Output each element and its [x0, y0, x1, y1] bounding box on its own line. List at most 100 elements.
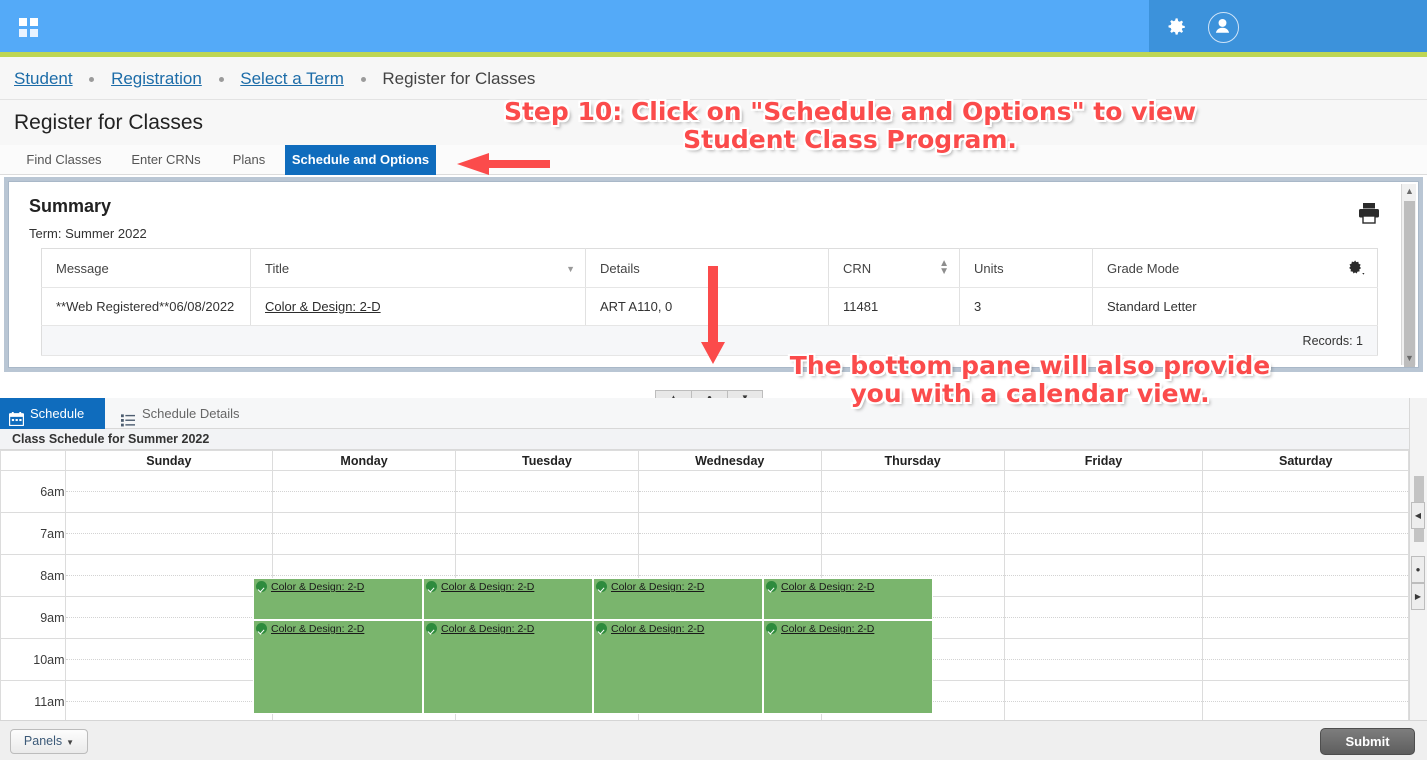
summary-term-label: Term: — [29, 226, 62, 241]
calendar-cell[interactable] — [1202, 491, 1409, 513]
calendar-cell[interactable] — [454, 554, 639, 576]
calendar-event-label: Color & Design: 2-D — [271, 581, 365, 593]
column-header-details[interactable]: Details — [585, 248, 829, 288]
printer-icon[interactable] — [1357, 202, 1381, 224]
breadcrumb-item-student[interactable]: Student — [14, 69, 73, 88]
calendar-cell[interactable] — [454, 470, 639, 492]
calendar-cell[interactable] — [637, 554, 822, 576]
calendar-cell[interactable] — [820, 533, 1005, 555]
calendar-cell[interactable] — [64, 596, 274, 618]
column-header-grade-mode[interactable]: Grade Mode — [1092, 248, 1378, 288]
breadcrumb-item-registration[interactable]: Registration — [111, 69, 202, 88]
pane-collapse-left-button[interactable]: ◀ — [1411, 502, 1425, 529]
chevron-down-icon: ▼ — [66, 738, 75, 747]
tab-enter-crns[interactable]: Enter CRNs — [118, 145, 214, 175]
calendar-event[interactable]: Color & Design: 2-D — [593, 578, 763, 620]
column-header-units[interactable]: Units — [959, 248, 1093, 288]
pane-collapse-right-button[interactable]: ▶ — [1411, 583, 1425, 610]
column-header-title[interactable]: Title ▼ — [250, 248, 586, 288]
calendar-cell[interactable] — [1003, 533, 1204, 555]
calendar-event[interactable]: Color & Design: 2-D — [593, 620, 763, 714]
pane-restore-horizontal-button[interactable]: ● — [1411, 556, 1425, 583]
course-title-link[interactable]: Color & Design: 2-D — [265, 299, 381, 314]
calendar-event[interactable]: Color & Design: 2-D — [423, 620, 593, 714]
calendar-cell[interactable] — [637, 470, 822, 492]
calendar-cell[interactable] — [1003, 470, 1204, 492]
calendar-cell[interactable] — [637, 533, 822, 555]
calendar-cell[interactable] — [272, 491, 456, 513]
scroll-down-arrow-icon[interactable]: ▼ — [1405, 353, 1414, 363]
column-header-crn[interactable]: CRN ▲ ▼ — [828, 248, 960, 288]
calendar-event[interactable]: Color & Design: 2-D — [423, 578, 593, 620]
breadcrumb-item-select-a-term[interactable]: Select a Term — [240, 69, 344, 88]
calendar-cell[interactable] — [454, 491, 639, 513]
tab-find-classes[interactable]: Find Classes — [14, 145, 114, 175]
register-for-classes-page: Student Registration Select a Term Regis… — [0, 0, 1427, 760]
calendar-cell[interactable] — [1202, 659, 1409, 681]
tab-plans[interactable]: Plans — [218, 145, 280, 175]
calendar-time-label: 9am — [0, 596, 66, 639]
calendar-cell[interactable] — [1202, 470, 1409, 492]
calendar-cell[interactable] — [1202, 512, 1409, 534]
calendar-cell[interactable] — [1202, 638, 1409, 660]
submit-button[interactable]: Submit — [1320, 728, 1415, 755]
calendar-cell[interactable] — [64, 470, 274, 492]
calendar-cell[interactable] — [820, 554, 1005, 576]
calendar-cell[interactable] — [454, 512, 639, 534]
calendar-cell[interactable] — [637, 512, 822, 534]
gear-icon[interactable] — [1162, 14, 1188, 40]
calendar-cell[interactable] — [637, 491, 822, 513]
sort-descending-icon: ▼ — [566, 264, 575, 274]
calendar-cell[interactable] — [454, 533, 639, 555]
cell-crn: 11481 — [828, 287, 960, 326]
calendar-cell[interactable] — [1202, 533, 1409, 555]
calendar-cell[interactable] — [1202, 575, 1409, 597]
scrollbar-thumb[interactable] — [1404, 201, 1415, 367]
calendar-cell[interactable] — [1202, 680, 1409, 702]
calendar-cell[interactable] — [820, 470, 1005, 492]
calendar-event[interactable]: Color & Design: 2-D — [763, 578, 933, 620]
calendar-cell[interactable] — [1003, 659, 1204, 681]
calendar-cell[interactable] — [1003, 596, 1204, 618]
calendar-event[interactable]: Color & Design: 2-D — [253, 620, 423, 714]
calendar-cell[interactable] — [1202, 596, 1409, 618]
panels-button[interactable]: Panels ▼ — [10, 729, 88, 754]
calendar-cell[interactable] — [64, 680, 274, 702]
column-header-grade-mode-label: Grade Mode — [1107, 260, 1180, 276]
calendar-cell[interactable] — [64, 512, 274, 534]
calendar-event[interactable]: Color & Design: 2-D — [253, 578, 423, 620]
calendar-cell[interactable] — [272, 554, 456, 576]
calendar-cell[interactable] — [64, 575, 274, 597]
table-settings-gear-icon[interactable] — [1347, 259, 1365, 277]
calendar-cell[interactable] — [820, 491, 1005, 513]
calendar-cell[interactable] — [1003, 512, 1204, 534]
calendar-cell[interactable] — [272, 512, 456, 534]
calendar-cell[interactable] — [64, 617, 274, 639]
calendar-cell[interactable] — [1202, 554, 1409, 576]
calendar-cell[interactable] — [1003, 617, 1204, 639]
summary-vertical-scrollbar[interactable]: ▲ ▼ — [1401, 184, 1416, 367]
calendar-cell[interactable] — [1003, 491, 1204, 513]
user-avatar-icon[interactable] — [1208, 12, 1239, 43]
calendar-cell[interactable] — [1003, 575, 1204, 597]
calendar-event[interactable]: Color & Design: 2-D — [763, 620, 933, 714]
calendar-cell[interactable] — [1003, 638, 1204, 660]
calendar-cell[interactable] — [64, 533, 274, 555]
calendar-cell[interactable] — [64, 638, 274, 660]
calendar-cell[interactable] — [64, 659, 274, 681]
tab-schedule-and-options[interactable]: Schedule and Options — [285, 145, 436, 175]
calendar-cell[interactable] — [1003, 680, 1204, 702]
tab-schedule-details[interactable]: Schedule Details — [112, 398, 262, 429]
calendar-cell[interactable] — [272, 470, 456, 492]
calendar-cell[interactable] — [820, 512, 1005, 534]
apps-grid-icon[interactable] — [19, 18, 38, 37]
scroll-up-arrow-icon[interactable]: ▲ — [1405, 186, 1414, 196]
calendar-cell[interactable] — [64, 554, 274, 576]
calendar-cell[interactable] — [1003, 554, 1204, 576]
calendar-cell[interactable] — [272, 533, 456, 555]
calendar-cell[interactable] — [64, 491, 274, 513]
column-header-message[interactable]: Message — [41, 248, 251, 288]
calendar-cell[interactable] — [1202, 617, 1409, 639]
top-navigation-bar — [0, 0, 1427, 52]
tab-schedule[interactable]: Schedule — [0, 398, 105, 429]
